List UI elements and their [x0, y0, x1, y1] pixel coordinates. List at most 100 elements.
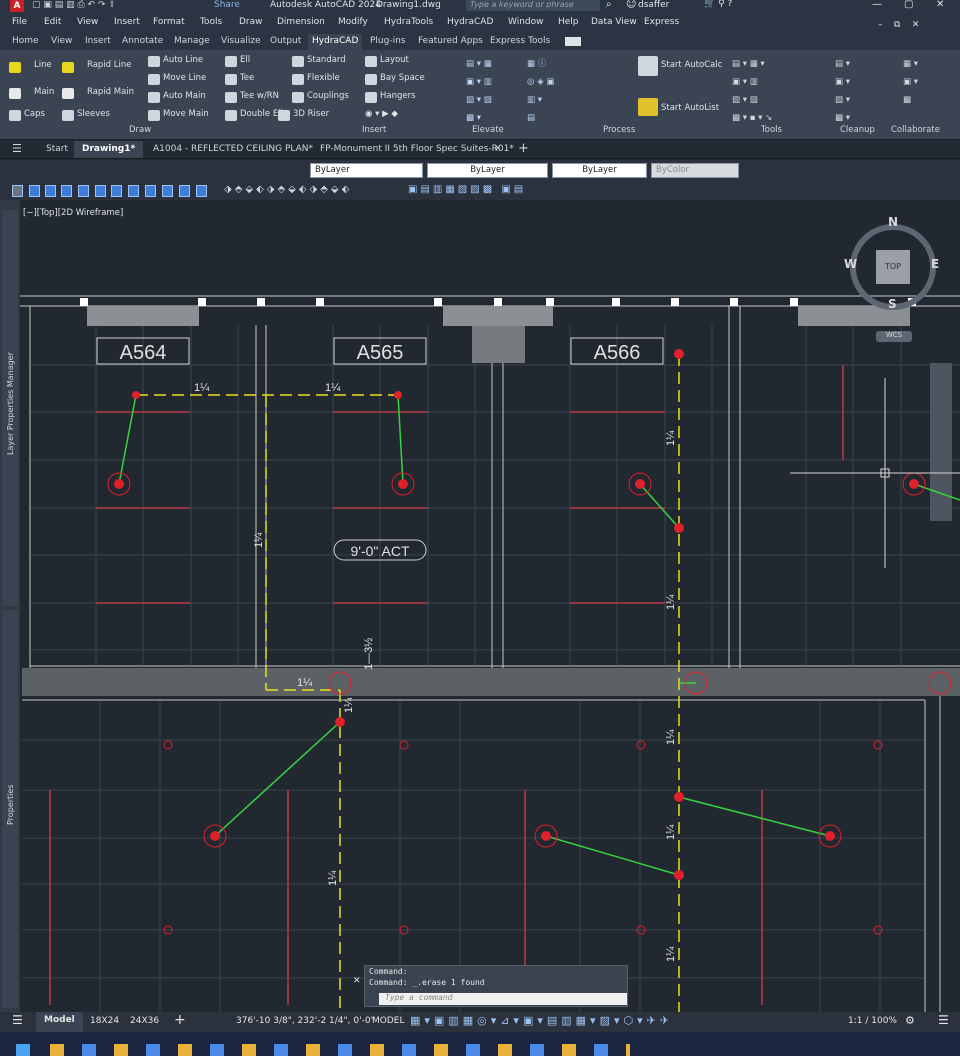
tee-rn-button[interactable]: Tee w/RN — [240, 91, 279, 101]
riser-button[interactable]: 3D Riser — [293, 109, 329, 119]
caps-button[interactable]: Caps — [24, 109, 45, 119]
customize-icon[interactable]: ☰ — [938, 1013, 949, 1027]
user-name[interactable]: dsaffer — [638, 0, 669, 10]
tab-view[interactable]: View — [51, 36, 72, 46]
insert-panel-title[interactable]: Insert — [362, 125, 386, 135]
layer-dropdown[interactable]: ByLayer — [310, 163, 423, 178]
tab-visualize[interactable]: Visualize — [221, 36, 261, 46]
menu-edit[interactable]: Edit — [44, 14, 61, 27]
drawing-viewport[interactable]: A564 A565 A566 9'-0" ACT 1¼ 1¼ 1¼ 1¼ 1¼ … — [20, 206, 960, 1012]
rapid-line-button[interactable]: Rapid Line — [87, 60, 132, 70]
layout-button[interactable]: Layout — [380, 55, 409, 65]
toolbar-extra-icons[interactable]: ▣▤▥▦▧▨▩ ▣▤ — [408, 184, 526, 195]
move-line-button[interactable]: Move Line — [163, 73, 206, 83]
toolbar-button-11[interactable] — [179, 185, 190, 197]
tools-icons[interactable]: ▤ ▾ ▦ ▾ ▣ ▾ ▥ ▧ ▾ ▨ ▩ ▾ ▪ ▾ ↘ — [732, 55, 772, 127]
menu-window[interactable]: Window — [508, 14, 544, 27]
menu-express[interactable]: Express — [644, 14, 679, 27]
tab-insert[interactable]: Insert — [85, 36, 111, 46]
coordinates-readout[interactable]: 376'-10 3/8", 232'-2 1/4", 0'-0" — [236, 1016, 375, 1026]
menu-insert[interactable]: Insert — [114, 14, 140, 27]
menu-dimension[interactable]: Dimension — [277, 14, 325, 27]
tee-button[interactable]: Tee — [240, 73, 254, 83]
sleeves-button[interactable]: Sleeves — [77, 109, 110, 119]
linetype-dropdown[interactable]: ByLayer — [427, 163, 548, 178]
menu-tools[interactable]: Tools — [200, 14, 222, 27]
tab-hydracad[interactable]: HydraCAD — [308, 34, 363, 50]
tab-home[interactable]: Home — [12, 36, 39, 46]
layout-menu-icon[interactable]: ☰ — [12, 1013, 23, 1027]
tab-fp-monument[interactable]: FP-Monument II 5th Floor Spec Suites-R01… — [320, 144, 514, 154]
lineweight-dropdown[interactable]: ByLayer — [552, 163, 647, 178]
tab-24x36[interactable]: 24X36 — [130, 1016, 159, 1026]
tab-express-tools[interactable]: Express Tools — [490, 36, 550, 46]
color-dropdown[interactable]: ByColor — [651, 163, 739, 178]
wcs-menu[interactable]: WCS — [876, 331, 912, 342]
viewcube-north[interactable]: N — [888, 215, 898, 229]
rapid-main-button[interactable]: Rapid Main — [87, 87, 134, 97]
menu-hydracad[interactable]: HydraCAD — [447, 14, 493, 27]
viewcube-top-face[interactable]: TOP — [876, 250, 910, 284]
menu-hydratools[interactable]: HydraTools — [384, 14, 433, 27]
main-button[interactable]: Main — [34, 87, 54, 97]
auto-main-button[interactable]: Auto Main — [163, 91, 206, 101]
ribbon-toggle-icon[interactable] — [565, 37, 581, 46]
flexible-button[interactable]: Flexible — [307, 73, 340, 83]
tab-manage[interactable]: Manage — [174, 36, 210, 46]
toolbar-button-10[interactable] — [162, 185, 173, 197]
tab-output[interactable]: Output — [270, 36, 301, 46]
menu-file[interactable]: File — [12, 14, 27, 27]
windows-start-icon[interactable] — [16, 1044, 30, 1056]
menu-format[interactable]: Format — [153, 14, 185, 27]
draw-panel-title[interactable]: Draw — [129, 125, 151, 135]
menu-view[interactable]: View — [77, 14, 98, 27]
file-menu-icon[interactable]: ☰ — [12, 142, 22, 155]
start-autocalc-button[interactable]: Start AutoCalc — [661, 60, 722, 70]
toolbar-button-4[interactable] — [61, 185, 72, 197]
toolbar-button-5[interactable] — [78, 185, 89, 197]
add-layout-icon[interactable]: + — [174, 1012, 186, 1028]
standard-button[interactable]: Standard — [307, 55, 346, 65]
elevate-icons[interactable]: ▤ ▾ ▦ ▣ ▾ ▥ ▧ ▾ ▨ ▩ ▾ — [466, 55, 492, 127]
help-icons[interactable]: 🛒 ⚲ ? — [704, 0, 732, 9]
tab-drawing1[interactable]: Drawing1* — [74, 141, 144, 158]
viewcube-south[interactable]: S — [888, 297, 897, 311]
viewport-label[interactable]: [−][Top][2D Wireframe] — [23, 208, 123, 218]
tab-plug-ins[interactable]: Plug-ins — [370, 36, 406, 46]
new-tab-icon[interactable]: + — [518, 141, 529, 156]
cleanup-panel-title[interactable]: Cleanup — [840, 125, 875, 135]
autocad-logo[interactable]: A — [10, 0, 24, 12]
process-panel-title[interactable]: Process — [603, 125, 635, 135]
doc-window-controls[interactable]: – ⧉ ✕ — [878, 17, 919, 30]
viewcube-east[interactable]: E — [931, 257, 939, 271]
toolbar-button-3[interactable] — [45, 185, 56, 197]
move-main-button[interactable]: Move Main — [163, 109, 209, 119]
tab-featured-apps[interactable]: Featured Apps — [418, 36, 483, 46]
tab-start[interactable]: Start — [46, 144, 68, 154]
toolbar-button-8[interactable] — [128, 185, 139, 197]
user-icon[interactable]: ☺ — [626, 0, 636, 10]
command-window[interactable]: Command: Command: _.erase 1 found ✕ Type… — [353, 965, 628, 1007]
minimize-icon[interactable]: — — [872, 0, 882, 10]
toolbar-button-7[interactable] — [111, 185, 122, 197]
line-button[interactable]: Line — [34, 60, 52, 70]
toolbar-button-2[interactable] — [29, 185, 40, 197]
double-ell-button[interactable]: Double Ell — [240, 109, 283, 119]
menu-help[interactable]: Help — [558, 14, 579, 27]
hangers-button[interactable]: Hangers — [380, 91, 416, 101]
close-tab-icon[interactable]: ✕ — [494, 144, 502, 154]
tab-reflected-ceiling-plan[interactable]: A1004 - REFLECTED CEILING PLAN* — [153, 144, 313, 154]
toolbar-button-12[interactable] — [196, 185, 207, 197]
elevate-panel-title[interactable]: Elevate — [472, 125, 504, 135]
quick-access-icons[interactable]: ▢ ▣ ▤ ▥ ⎙ ↶ ↷ ⇪ — [32, 0, 116, 10]
menu-modify[interactable]: Modify — [338, 14, 368, 27]
toolbar-button-9[interactable] — [145, 185, 156, 197]
menu-data-view[interactable]: Data View — [591, 14, 637, 27]
toolbar-tools-icons[interactable]: ⬗⬘⬙⬖⬗⬘⬙⬖⬗⬘⬙⬖ — [224, 184, 352, 195]
settings-icon[interactable]: ⚙ — [905, 1014, 915, 1027]
auto-line-button[interactable]: Auto Line — [163, 55, 203, 65]
collaborate-icons[interactable]: ▦ ▾ ▣ ▾ ▩ — [903, 55, 918, 109]
close-icon[interactable]: ✕ — [936, 0, 944, 10]
drafting-aids-icons[interactable]: ▦▾▣▥▦◎▾⊿▾▣▾▤▥▦▾▨▾⬡▾✈✈ — [410, 1014, 673, 1027]
collaborate-panel-title[interactable]: Collaborate — [891, 125, 940, 135]
